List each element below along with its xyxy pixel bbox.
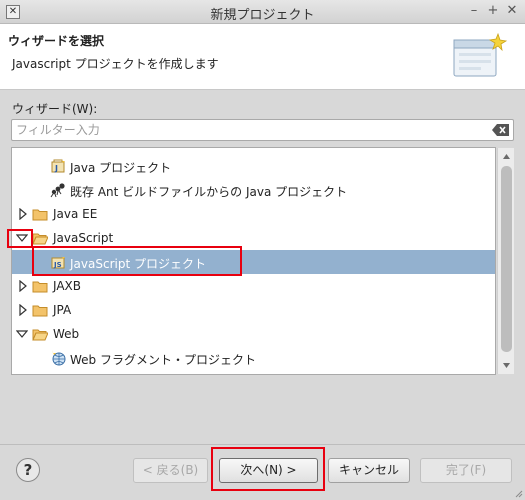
wizard-tree[interactable]: J Java プロジェクト 既存 Ant ビルドファイルからの Java プロジ… (11, 147, 496, 375)
tree-item[interactable]: Java EE (12, 202, 495, 226)
svg-text:JS: JS (53, 261, 62, 269)
cancel-button[interactable]: キャンセル (328, 458, 410, 483)
tree-item-label: Java EE (53, 207, 98, 221)
folder-icon (32, 305, 48, 317)
tree-item-label: 既存 Ant ビルドファイルからの Java プロジェクト (70, 185, 348, 199)
window-title: 新規プロジェクト (210, 8, 315, 23)
tree-item-label: Web フラグメント・プロジェクト (70, 353, 256, 367)
javascript-project-icon: JS (51, 254, 65, 269)
expand-arrow-icon[interactable] (18, 304, 28, 316)
help-icon[interactable]: ? (16, 458, 40, 482)
tree-item[interactable]: J Java プロジェクト (12, 154, 495, 178)
next-button[interactable]: 次へ(N) > (219, 458, 318, 483)
title-bar: ✕ 新規プロジェクト – + ✕ (0, 0, 525, 24)
back-button[interactable]: < 戻る(B) (133, 458, 208, 483)
filter-input[interactable] (16, 122, 486, 138)
tree-item[interactable]: 既存 Ant ビルドファイルからの Java プロジェクト (12, 178, 495, 202)
tree-item[interactable]: JAXB (12, 274, 495, 298)
scrollbar-thumb[interactable] (501, 166, 512, 352)
collapse-arrow-icon[interactable] (16, 328, 28, 340)
ant-java-project-icon (50, 183, 65, 198)
expand-arrow-icon[interactable] (18, 208, 28, 220)
folder-icon (32, 209, 48, 221)
tree-item-label: Web (53, 327, 80, 341)
collapse-arrow-icon[interactable] (16, 232, 28, 244)
tree-item-label: JPA (53, 303, 72, 317)
svg-text:J: J (54, 164, 58, 173)
header-title: ウィザードを選択 (8, 34, 105, 48)
clear-filter-icon[interactable] (492, 124, 510, 136)
scroll-down-arrow-icon[interactable] (502, 361, 511, 370)
tree-item-label: Java プロジェクト (70, 161, 172, 175)
tree-item[interactable]: JPA (12, 298, 495, 322)
folder-open-icon (32, 329, 48, 341)
java-project-icon: J (51, 158, 65, 173)
maximize-icon[interactable]: + (485, 3, 501, 19)
header-description: Javascript プロジェクトを作成します (12, 57, 219, 71)
tree-scrollbar[interactable] (497, 148, 514, 374)
tree-item-label: JAXB (53, 279, 81, 293)
tree-item-label: JavaScript (53, 231, 114, 245)
button-bar-separator (0, 444, 525, 445)
tree-item-selected[interactable]: JS JavaScript プロジェクト (12, 250, 495, 274)
wizard-header: ウィザードを選択 Javascript プロジェクトを作成します (0, 24, 525, 90)
tree-item[interactable]: JavaScript (12, 226, 495, 250)
finish-button[interactable]: 完了(F) (420, 458, 512, 483)
wizards-label: ウィザード(W): (12, 102, 98, 116)
tree-item[interactable]: Web (12, 322, 495, 346)
expand-arrow-icon[interactable] (18, 280, 28, 292)
folder-icon (32, 281, 48, 293)
folder-open-icon (32, 233, 48, 245)
tree-item-label: JavaScript プロジェクト (70, 257, 206, 271)
resize-grip-icon[interactable] (513, 488, 523, 498)
minimize-icon[interactable]: – (466, 3, 482, 19)
web-fragment-project-icon (52, 350, 66, 366)
tree-item[interactable]: Web フラグメント・プロジェクト (12, 346, 495, 370)
close-icon[interactable]: ✕ (504, 3, 520, 19)
new-project-wizard-banner-icon (453, 32, 508, 77)
scroll-up-arrow-icon[interactable] (502, 152, 511, 161)
filter-box (11, 119, 514, 141)
